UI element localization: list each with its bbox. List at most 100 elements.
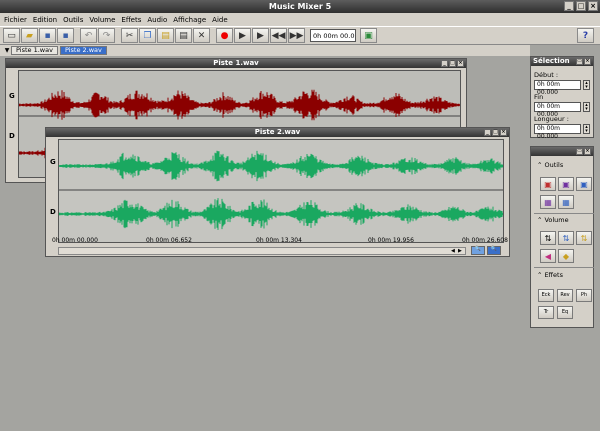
- scroll-left-icon[interactable]: ◀: [451, 248, 457, 254]
- minimize-icon[interactable]: _: [484, 129, 491, 136]
- track-2-right-label: D: [50, 208, 56, 216]
- maximize-icon[interactable]: □: [492, 129, 499, 136]
- collapse-icon: ⌃: [537, 161, 543, 169]
- paste-mix-icon[interactable]: ▤: [175, 28, 192, 43]
- tab-list-arrow-icon[interactable]: ▼: [3, 46, 11, 55]
- close-icon[interactable]: ×: [500, 129, 507, 136]
- section-effets[interactable]: ⌃ Effets: [537, 271, 563, 279]
- section-volume[interactable]: ⌃ Volume: [537, 216, 569, 224]
- tool-button-5[interactable]: ▦: [558, 195, 574, 209]
- tool-button-3[interactable]: ▣: [576, 177, 592, 191]
- section-outils[interactable]: ⌃ Outils: [537, 161, 563, 169]
- selection-panel-title: Sélection ▭ ×: [531, 57, 593, 66]
- effect-button-tr[interactable]: Tr: [538, 306, 554, 319]
- help-icon[interactable]: ?: [577, 28, 594, 43]
- tab-label: Piste 1.wav: [16, 46, 53, 54]
- ruler-tick-3: 0h 00m 19.956: [368, 237, 414, 244]
- scroll-right-icon[interactable]: ▶: [458, 248, 464, 254]
- fast-forward-icon[interactable]: ▶▶: [288, 28, 305, 43]
- redo-icon[interactable]: ↷: [98, 28, 115, 43]
- menu-outils[interactable]: Outils: [63, 16, 83, 24]
- rewind-icon[interactable]: ◀◀: [270, 28, 287, 43]
- tab-piste-2[interactable]: Piste 2.wav: [59, 46, 107, 55]
- main-toolbar: ▭ ▰ ▪ ▪ ↶ ↷ ✂ ❐ ▤ ▤ ✕ ● ▶ ▶ ◀◀ ▶▶ ▣ ?: [0, 26, 600, 45]
- volume-button-3[interactable]: ⇅: [576, 231, 592, 245]
- maximize-icon[interactable]: □: [449, 60, 456, 67]
- length-label: Longueur :: [534, 115, 569, 123]
- tab-label: Piste 2.wav: [64, 46, 102, 54]
- start-label: Début :: [534, 71, 559, 79]
- record-icon[interactable]: ●: [216, 28, 233, 43]
- ruler-tick-2: 0h 00m 13.304: [256, 237, 302, 244]
- start-field[interactable]: 0h 00m 00.000: [534, 80, 581, 96]
- spectrum-icon[interactable]: ▣: [360, 28, 377, 43]
- new-file-icon[interactable]: ▭: [3, 28, 20, 43]
- tab-piste-1[interactable]: Piste 1.wav: [11, 46, 58, 55]
- close-icon[interactable]: ×: [457, 60, 464, 67]
- minimize-icon[interactable]: _: [441, 60, 448, 67]
- document-tab-bar: ▼ Piste 1.wav Piste 2.wav: [0, 45, 530, 56]
- minimize-icon[interactable]: _: [564, 1, 574, 11]
- track-1-left-label: G: [9, 92, 15, 100]
- volume-button-1[interactable]: ⇅: [540, 231, 556, 245]
- horizontal-scrollbar[interactable]: ◀ ▶: [58, 247, 466, 255]
- zoom-in-icon[interactable]: 🔍: [471, 246, 485, 255]
- delete-icon[interactable]: ✕: [193, 28, 210, 43]
- effect-button-eck[interactable]: Eck: [538, 289, 554, 302]
- time-position-field[interactable]: [310, 29, 356, 42]
- track-2-title: Piste 2.wav: [254, 128, 301, 136]
- volume-button-5[interactable]: ◆: [558, 249, 574, 263]
- restore-icon[interactable]: ▭: [576, 148, 583, 155]
- tools-panel-titlebar: ▭ ×: [531, 147, 593, 156]
- close-icon[interactable]: ×: [584, 58, 591, 65]
- tool-button-1[interactable]: ▣: [540, 177, 556, 191]
- open-folder-icon[interactable]: ▰: [21, 28, 38, 43]
- menu-aide[interactable]: Aide: [212, 16, 227, 24]
- tool-button-4[interactable]: ▦: [540, 195, 556, 209]
- collapse-icon: ⌃: [537, 271, 543, 279]
- end-field[interactable]: 0h 00m 00.000: [534, 102, 581, 118]
- close-icon[interactable]: ×: [588, 1, 598, 11]
- menu-effets[interactable]: Effets: [121, 16, 141, 24]
- tools-panel: ▭ × ⌃ Outils ▣ ▣ ▣ ▦ ▦ ⌃ Volume ⇅ ⇅ ⇅ ◀ …: [530, 146, 594, 328]
- track-2-left-label: G: [50, 158, 56, 166]
- save-icon[interactable]: ▪: [39, 28, 56, 43]
- track-1-titlebar[interactable]: Piste 1.wav _ □ ×: [6, 59, 466, 68]
- effect-button-ph[interactable]: Ph: [576, 289, 592, 302]
- restore-icon[interactable]: ▭: [576, 58, 583, 65]
- collapse-icon: ⌃: [537, 216, 543, 224]
- end-spinner[interactable]: ▴ ▾: [583, 102, 590, 112]
- tool-button-2[interactable]: ▣: [558, 177, 574, 191]
- copy-icon[interactable]: ❐: [139, 28, 156, 43]
- ruler-tick-4: 0h 00m 26.608: [462, 237, 508, 244]
- track-2-waveform[interactable]: [58, 139, 504, 243]
- ruler-tick-0: 0h 00m 00.000: [52, 237, 98, 244]
- volume-button-2[interactable]: ⇅: [558, 231, 574, 245]
- track-2-waveform-svg: [59, 150, 503, 230]
- undo-icon[interactable]: ↶: [80, 28, 97, 43]
- start-spinner[interactable]: ▴ ▾: [583, 80, 590, 90]
- play-selection-icon[interactable]: ▶: [252, 28, 269, 43]
- track-2-titlebar[interactable]: Piste 2.wav _ □ ×: [46, 128, 509, 137]
- zoom-out-icon[interactable]: 🔍: [487, 246, 501, 255]
- cut-icon[interactable]: ✂: [121, 28, 138, 43]
- menu-volume[interactable]: Volume: [89, 16, 115, 24]
- ruler-tick-1: 0h 00m 06.652: [146, 237, 192, 244]
- play-icon[interactable]: ▶: [234, 28, 251, 43]
- menu-affichage[interactable]: Affichage: [173, 16, 206, 24]
- track-1-title: Piste 1.wav: [213, 59, 259, 67]
- menu-audio[interactable]: Audio: [147, 16, 167, 24]
- close-icon[interactable]: ×: [584, 148, 591, 155]
- effect-button-rev[interactable]: Rev: [557, 289, 573, 302]
- paste-icon[interactable]: ▤: [157, 28, 174, 43]
- app-title-bar: Music Mixer 5 _ □ ×: [0, 0, 600, 13]
- maximize-icon[interactable]: □: [576, 1, 586, 11]
- volume-button-4[interactable]: ◀: [540, 249, 556, 263]
- save-all-icon[interactable]: ▪: [57, 28, 74, 43]
- menu-edition[interactable]: Edition: [33, 16, 57, 24]
- effect-button-eq[interactable]: Eq: [557, 306, 573, 319]
- length-spinner[interactable]: ▴ ▾: [583, 124, 590, 134]
- track-2-window: Piste 2.wav _ □ × G D 0h 00m 00.000 0h 0…: [45, 127, 510, 257]
- menu-fichier[interactable]: Fichier: [4, 16, 27, 24]
- length-field[interactable]: 0h 00m 00.000: [534, 124, 581, 140]
